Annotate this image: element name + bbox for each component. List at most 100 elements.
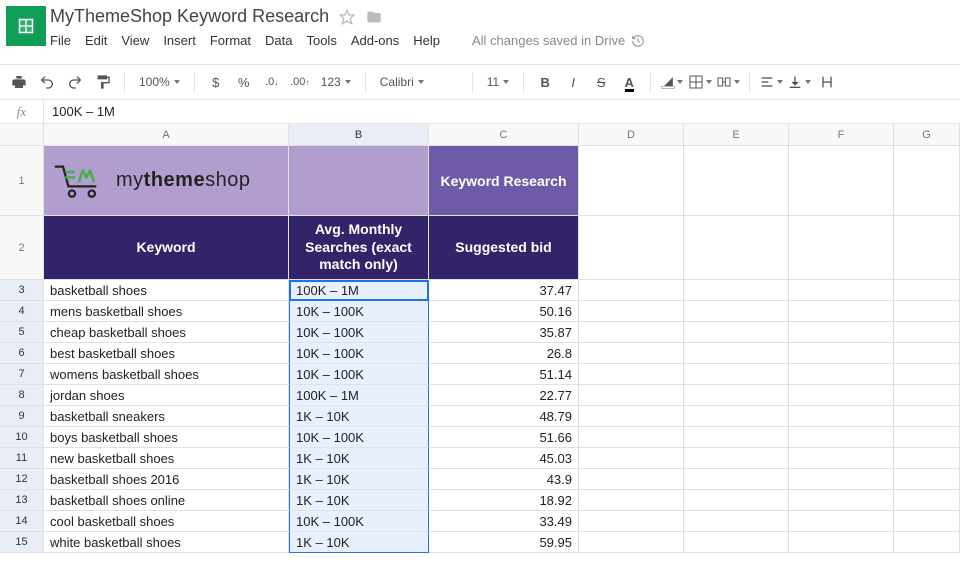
cell[interactable]	[684, 532, 789, 553]
menu-data[interactable]: Data	[265, 33, 292, 48]
row-header[interactable]: 13	[0, 490, 44, 511]
italic-button[interactable]: I	[560, 69, 586, 95]
fx-label[interactable]: fx	[0, 100, 44, 123]
cell[interactable]	[789, 406, 894, 427]
cell[interactable]	[789, 511, 894, 532]
cell-searches[interactable]: 1K – 10K	[289, 490, 429, 511]
cell[interactable]	[579, 511, 684, 532]
menu-insert[interactable]: Insert	[163, 33, 196, 48]
cell-keyword[interactable]: cheap basketball shoes	[44, 322, 289, 343]
cell[interactable]	[894, 364, 960, 385]
cell[interactable]	[579, 406, 684, 427]
undo-button[interactable]	[34, 69, 60, 95]
row-header[interactable]: 10	[0, 427, 44, 448]
cell-keyword[interactable]: cool basketball shoes	[44, 511, 289, 532]
print-button[interactable]	[6, 69, 32, 95]
menu-addons[interactable]: Add-ons	[351, 33, 399, 48]
col-header-f[interactable]: F	[789, 124, 894, 146]
cell-bid[interactable]: 33.49	[429, 511, 579, 532]
row-header[interactable]: 1	[0, 146, 44, 216]
cell[interactable]	[579, 385, 684, 406]
cell[interactable]	[684, 301, 789, 322]
cell[interactable]	[579, 448, 684, 469]
row-header[interactable]: 11	[0, 448, 44, 469]
row-header[interactable]: 2	[0, 216, 44, 280]
vertical-align-button[interactable]	[786, 69, 812, 95]
redo-button[interactable]	[62, 69, 88, 95]
cell[interactable]	[789, 385, 894, 406]
text-color-button[interactable]: A	[616, 69, 642, 95]
cell[interactable]	[579, 322, 684, 343]
doc-title[interactable]: MyThemeShop Keyword Research	[50, 6, 329, 27]
cell-keyword[interactable]: jordan shoes	[44, 385, 289, 406]
cell-bid[interactable]: 35.87	[429, 322, 579, 343]
cell[interactable]	[894, 385, 960, 406]
cell[interactable]	[789, 469, 894, 490]
cell-G2[interactable]	[894, 216, 960, 280]
cell-searches[interactable]: 10K – 100K	[289, 364, 429, 385]
row-header[interactable]: 8	[0, 385, 44, 406]
cell[interactable]	[789, 301, 894, 322]
cell-B1[interactable]	[289, 146, 429, 216]
paint-format-button[interactable]	[90, 69, 116, 95]
menu-view[interactable]: View	[121, 33, 149, 48]
cell[interactable]	[894, 301, 960, 322]
cell[interactable]	[684, 385, 789, 406]
cell-bid[interactable]: 26.8	[429, 343, 579, 364]
cell-searches[interactable]: 1K – 10K	[289, 469, 429, 490]
increase-decimals-button[interactable]: .00↑	[287, 69, 313, 95]
col-header-a[interactable]: A	[44, 124, 289, 146]
cell[interactable]	[684, 427, 789, 448]
cell-keyword[interactable]: basketball shoes 2016	[44, 469, 289, 490]
cell[interactable]	[894, 427, 960, 448]
cell[interactable]	[894, 469, 960, 490]
font-family-dropdown[interactable]: Calibri	[374, 69, 464, 95]
cell[interactable]	[789, 322, 894, 343]
format-percent-button[interactable]: %	[231, 69, 257, 95]
cell-D2[interactable]	[579, 216, 684, 280]
cell-keyword[interactable]: best basketball shoes	[44, 343, 289, 364]
row-header[interactable]: 4	[0, 301, 44, 322]
cell-bid[interactable]: 22.77	[429, 385, 579, 406]
cell[interactable]	[684, 511, 789, 532]
cell-keyword[interactable]: womens basketball shoes	[44, 364, 289, 385]
cell-bid[interactable]: 51.66	[429, 427, 579, 448]
cell-A1[interactable]: mythemeshop	[44, 146, 289, 216]
cell-bid[interactable]: 50.16	[429, 301, 579, 322]
cell-searches[interactable]: 10K – 100K	[289, 301, 429, 322]
cell-keyword[interactable]: new basketball shoes	[44, 448, 289, 469]
cell[interactable]	[789, 448, 894, 469]
row-header[interactable]: 6	[0, 343, 44, 364]
menu-file[interactable]: File	[50, 33, 71, 48]
cell[interactable]	[579, 469, 684, 490]
row-header[interactable]: 3	[0, 280, 44, 301]
cell[interactable]	[579, 490, 684, 511]
cell-bid[interactable]: 59.95	[429, 532, 579, 553]
cell-C2[interactable]: Suggested bid	[429, 216, 579, 280]
row-header[interactable]: 7	[0, 364, 44, 385]
cell-F2[interactable]	[789, 216, 894, 280]
cell-searches[interactable]: 100K – 1M	[289, 385, 429, 406]
col-header-d[interactable]: D	[579, 124, 684, 146]
strikethrough-button[interactable]: S	[588, 69, 614, 95]
cell[interactable]	[894, 406, 960, 427]
cell-searches[interactable]: 10K – 100K	[289, 511, 429, 532]
cell-E3[interactable]	[684, 280, 789, 301]
cell-B2[interactable]: Avg. Monthly Searches (exact match only)	[289, 216, 429, 280]
cell-keyword[interactable]: basketball sneakers	[44, 406, 289, 427]
formula-value[interactable]: 100K – 1M	[44, 104, 115, 119]
cell[interactable]	[789, 490, 894, 511]
row-header[interactable]: 14	[0, 511, 44, 532]
cell-keyword[interactable]: boys basketball shoes	[44, 427, 289, 448]
cell[interactable]	[684, 322, 789, 343]
cell-D1[interactable]	[579, 146, 684, 216]
horizontal-align-button[interactable]	[758, 69, 784, 95]
select-all-corner[interactable]	[0, 124, 44, 146]
number-format-dropdown[interactable]: 123	[315, 69, 357, 95]
cell-searches[interactable]: 10K – 100K	[289, 427, 429, 448]
cell-bid[interactable]: 43.9	[429, 469, 579, 490]
cell[interactable]	[579, 343, 684, 364]
row-header[interactable]: 12	[0, 469, 44, 490]
font-size-dropdown[interactable]: 11	[481, 69, 515, 95]
cell[interactable]	[789, 364, 894, 385]
